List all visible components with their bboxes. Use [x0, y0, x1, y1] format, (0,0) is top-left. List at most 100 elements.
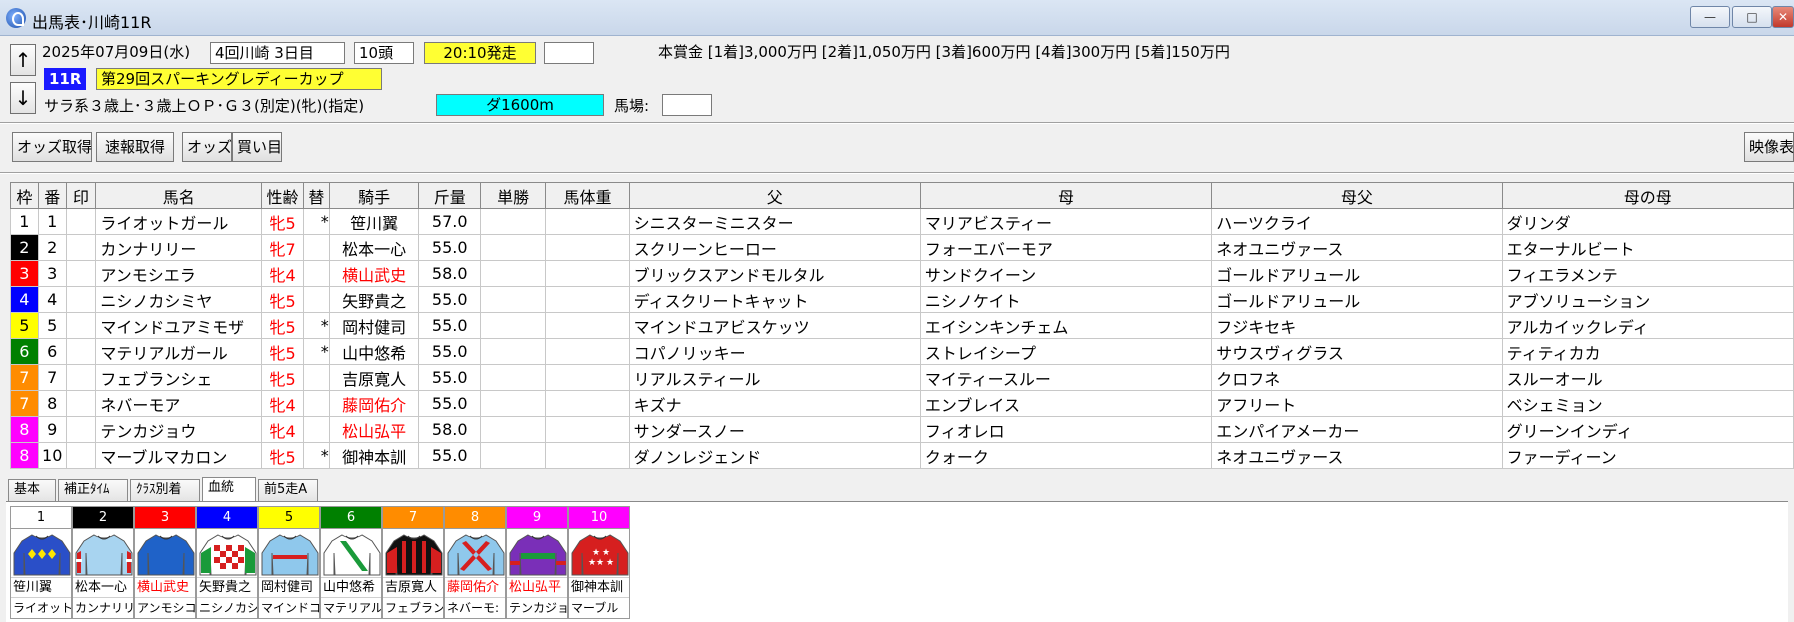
- horse-name-cell[interactable]: ライオットガール: [95, 208, 263, 235]
- mark-cell[interactable]: [65, 416, 97, 443]
- next-race-button[interactable]: ↓: [10, 82, 36, 114]
- dam-cell[interactable]: フォーエバーモア: [919, 234, 1213, 261]
- jockey-cell[interactable]: 藤岡佑介: [328, 390, 420, 417]
- sire-cell[interactable]: マインドユアビスケッツ: [628, 312, 921, 339]
- body-weight-cell[interactable]: [545, 416, 630, 443]
- damdam-cell[interactable]: ファーディーン: [1501, 442, 1794, 469]
- silk-column[interactable]: 1 笹川翼 ライオット:: [10, 506, 72, 619]
- jockey-cell[interactable]: 御神本訓: [328, 442, 420, 469]
- horse-name-cell[interactable]: マーブルマカロン: [95, 442, 263, 469]
- header-win-odds[interactable]: 単勝: [479, 182, 547, 209]
- dam-cell[interactable]: サンドクイーン: [919, 260, 1213, 287]
- horse-name-cell[interactable]: ニシノカシミヤ: [95, 286, 263, 313]
- jockey-cell[interactable]: 横山武史: [328, 260, 420, 287]
- weight-cell[interactable]: 55.0: [418, 312, 481, 339]
- sex-age-cell[interactable]: 牝5: [261, 286, 304, 313]
- waku-cell[interactable]: 5: [10, 312, 39, 339]
- mark-cell[interactable]: [65, 234, 97, 261]
- jockey-cell[interactable]: 山中悠希: [328, 338, 420, 365]
- odds-fetch-button[interactable]: オッズ取得: [12, 132, 92, 162]
- sire-cell[interactable]: コパノリッキー: [628, 338, 921, 365]
- header-jockey[interactable]: 騎手: [328, 182, 420, 209]
- number-cell[interactable]: 4: [37, 286, 67, 313]
- dam-cell[interactable]: エイシンキンチェム: [919, 312, 1213, 339]
- table-row[interactable]: 8 9 テンカジョウ 牝4 松山弘平 58.0 サンダースノー フィオレロ エンパイアメーカーグ…: [10, 416, 1794, 443]
- change-cell[interactable]: [302, 416, 330, 443]
- damdam-cell[interactable]: アブソリューション: [1501, 286, 1794, 313]
- sire-cell[interactable]: ブリックスアンドモルタル: [628, 260, 921, 287]
- weight-cell[interactable]: 58.0: [418, 260, 481, 287]
- damsire-cell[interactable]: ネオユニヴァース: [1211, 234, 1503, 261]
- damsire-cell[interactable]: クロフネ: [1211, 364, 1503, 391]
- damsire-cell[interactable]: ゴールドアリュール: [1211, 260, 1503, 287]
- table-row[interactable]: 7 8 ネバーモア 牝4 藤岡佑介 55.0 キズナ エンブレイス アフリート ベシェミョン: [10, 390, 1794, 417]
- waku-cell[interactable]: 1: [10, 208, 39, 235]
- header-damdam[interactable]: 母の母: [1501, 182, 1794, 209]
- table-row[interactable]: 8 10 マーブルマカロン 牝5 * 御神本訓 55.0 ダノンレジェンド クォーク ネオユニヴァ…: [10, 442, 1794, 469]
- jockey-cell[interactable]: 矢野貴之: [328, 286, 420, 313]
- sex-age-cell[interactable]: 牝4: [261, 260, 304, 287]
- dam-cell[interactable]: マイティースルー: [919, 364, 1213, 391]
- damdam-cell[interactable]: ベシェミョン: [1501, 390, 1794, 417]
- silk-column[interactable]: 6 山中悠希 マテリアル: [320, 506, 382, 619]
- change-cell[interactable]: *: [302, 312, 330, 339]
- weight-cell[interactable]: 55.0: [418, 442, 481, 469]
- table-row[interactable]: 7 7 フェブランシェ 牝5 吉原寛人 55.0 リアルスティール マイティースルー クロフネス…: [10, 364, 1794, 391]
- header-sire[interactable]: 父: [628, 182, 921, 209]
- tab-pedigree[interactable]: 血統: [202, 477, 256, 502]
- dam-cell[interactable]: エンブレイス: [919, 390, 1213, 417]
- horse-name-cell[interactable]: フェブランシェ: [95, 364, 263, 391]
- header-number[interactable]: 番: [37, 182, 67, 209]
- sire-cell[interactable]: リアルスティール: [628, 364, 921, 391]
- header-sex-age[interactable]: 性齢: [261, 182, 304, 209]
- silk-column[interactable]: 7 吉原寛人 フェブラン: [382, 506, 444, 619]
- body-weight-cell[interactable]: [545, 338, 630, 365]
- silk-column[interactable]: 3 横山武史 アンモシコ: [134, 506, 196, 619]
- table-row[interactable]: 6 6 マテリアルガール 牝5 * 山中悠希 55.0 コパノリッキー ストレイシープ サウスヴィ…: [10, 338, 1794, 365]
- mark-cell[interactable]: [65, 286, 97, 313]
- win-odds-cell[interactable]: [479, 390, 547, 417]
- number-cell[interactable]: 8: [37, 390, 67, 417]
- mark-cell[interactable]: [65, 338, 97, 365]
- header-body-weight[interactable]: 馬体重: [545, 182, 630, 209]
- tab-last5-a[interactable]: 前5走A: [258, 479, 318, 501]
- bets-button[interactable]: 買い目: [232, 132, 282, 162]
- damsire-cell[interactable]: ゴールドアリュール: [1211, 286, 1503, 313]
- dam-cell[interactable]: ニシノケイト: [919, 286, 1213, 313]
- number-cell[interactable]: 6: [37, 338, 67, 365]
- number-cell[interactable]: 2: [37, 234, 67, 261]
- damdam-cell[interactable]: エターナルビート: [1501, 234, 1794, 261]
- change-cell[interactable]: *: [302, 208, 330, 235]
- table-row[interactable]: 3 3 アンモシエラ 牝4 横山武史 58.0 ブリックスアンドモルタル サンドクイーン ゴール…: [10, 260, 1794, 287]
- waku-cell[interactable]: 3: [10, 260, 39, 287]
- win-odds-cell[interactable]: [479, 416, 547, 443]
- damdam-cell[interactable]: ダリンダ: [1501, 208, 1794, 235]
- header-mark[interactable]: 印: [65, 182, 97, 209]
- header-dam[interactable]: 母: [919, 182, 1213, 209]
- sex-age-cell[interactable]: 牝4: [261, 416, 304, 443]
- mark-cell[interactable]: [65, 208, 97, 235]
- number-cell[interactable]: 1: [37, 208, 67, 235]
- waku-cell[interactable]: 7: [10, 390, 39, 417]
- waku-cell[interactable]: 7: [10, 364, 39, 391]
- header-change[interactable]: 替: [302, 182, 330, 209]
- number-cell[interactable]: 5: [37, 312, 67, 339]
- waku-cell[interactable]: 6: [10, 338, 39, 365]
- weight-cell[interactable]: 55.0: [418, 390, 481, 417]
- silk-column[interactable]: 2 松本一心 カンナリリ: [72, 506, 134, 619]
- change-cell[interactable]: [302, 364, 330, 391]
- weight-cell[interactable]: 55.0: [418, 234, 481, 261]
- sex-age-cell[interactable]: 牝4: [261, 390, 304, 417]
- jockey-cell[interactable]: 吉原寛人: [328, 364, 420, 391]
- horse-name-cell[interactable]: ネバーモア: [95, 390, 263, 417]
- mark-cell[interactable]: [65, 364, 97, 391]
- body-weight-cell[interactable]: [545, 286, 630, 313]
- body-weight-cell[interactable]: [545, 390, 630, 417]
- waku-cell[interactable]: 4: [10, 286, 39, 313]
- weight-cell[interactable]: 55.0: [418, 286, 481, 313]
- win-odds-cell[interactable]: [479, 260, 547, 287]
- weight-cell[interactable]: 55.0: [418, 364, 481, 391]
- mark-cell[interactable]: [65, 390, 97, 417]
- dam-cell[interactable]: マリアビスティー: [919, 208, 1213, 235]
- dam-cell[interactable]: フィオレロ: [919, 416, 1213, 443]
